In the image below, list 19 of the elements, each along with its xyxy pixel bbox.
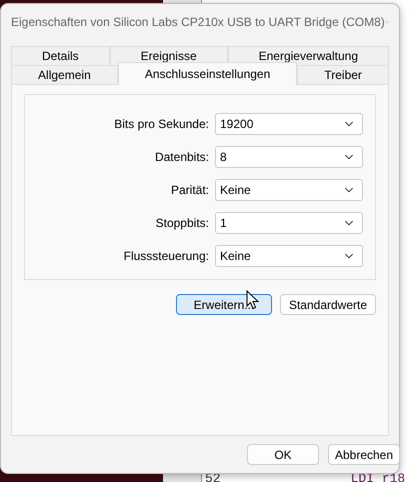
ok-button[interactable]: OK	[247, 444, 319, 465]
dropdown[interactable]: 1	[215, 212, 363, 234]
cancel-button[interactable]: Abbrechen	[328, 444, 400, 465]
tab[interactable]: Energieverwaltung	[228, 46, 389, 65]
dropdown[interactable]: Keine	[215, 179, 363, 201]
defaults-button[interactable]: Standardwerte	[280, 294, 376, 315]
tab[interactable]: Details	[11, 46, 110, 65]
tab[interactable]: Allgemein	[11, 65, 118, 84]
setting-label: Flusssteuerung:	[124, 249, 209, 263]
setting-label: Bits pro Sekunde:	[114, 117, 209, 131]
tab[interactable]: Anschlusseinstellungen	[118, 62, 298, 85]
setting-label: Parität:	[170, 183, 209, 197]
window-title: Eigenschaften von Silicon Labs CP210x USB to UART Bridge (COM8)	[11, 15, 385, 29]
tab[interactable]: Treiber	[297, 65, 389, 84]
dropdown[interactable]: 19200	[215, 113, 363, 135]
setting-label: Stoppbits:	[156, 216, 209, 230]
dropdown[interactable]: 8	[215, 146, 363, 168]
setting-label: Datenbits:	[154, 150, 209, 164]
dropdown[interactable]: Keine	[215, 245, 363, 267]
